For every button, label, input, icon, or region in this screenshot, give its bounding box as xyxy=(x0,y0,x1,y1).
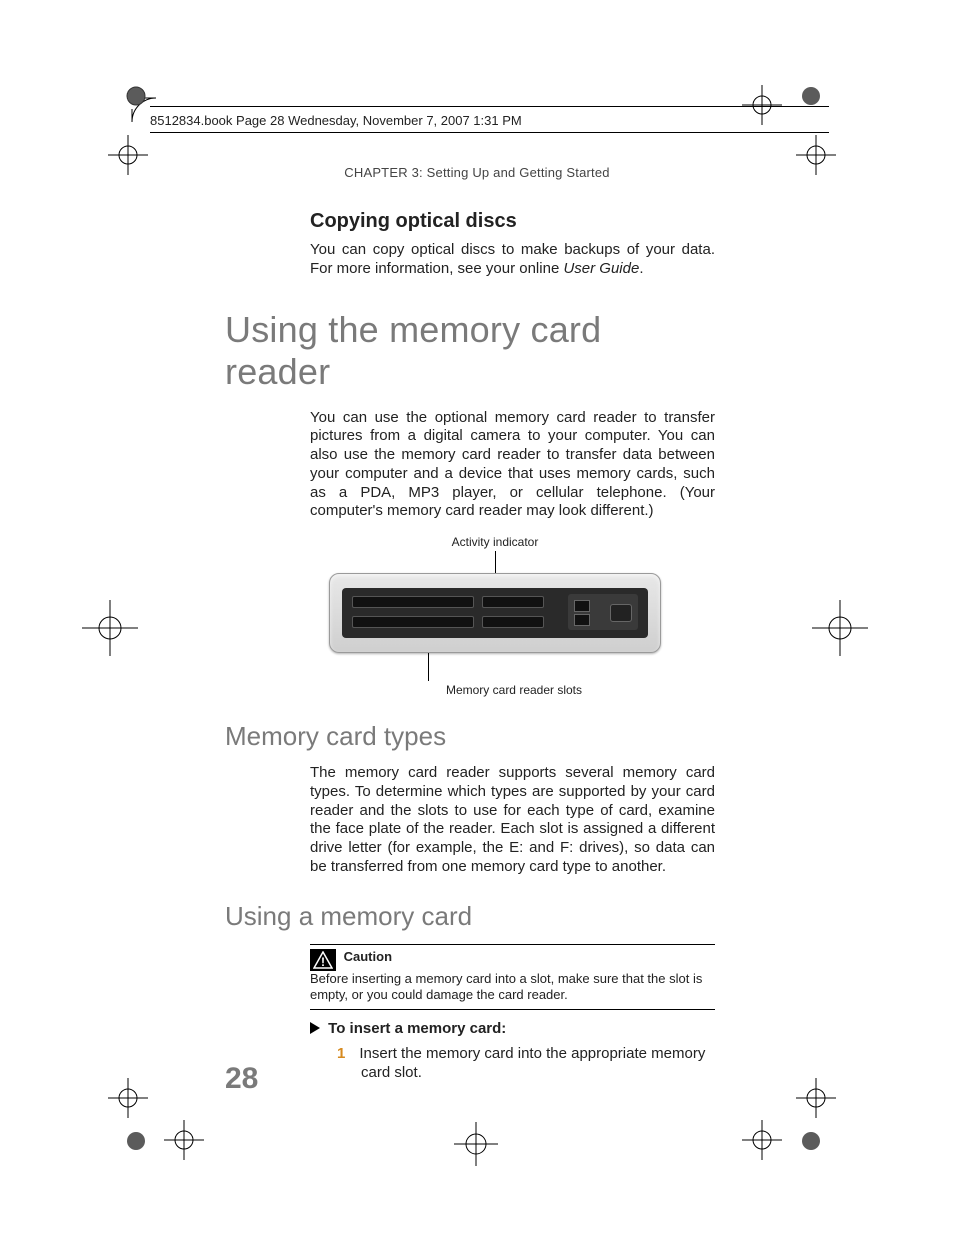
figure-card-reader: Activity indicator Memory card reader sl… xyxy=(310,535,680,697)
crosshair-mark-icon xyxy=(454,1122,498,1171)
svg-text:!: ! xyxy=(321,955,325,969)
crosshair-mark-icon xyxy=(812,600,868,661)
step-number: 1 xyxy=(337,1045,345,1062)
crosshair-mark-icon xyxy=(796,135,836,180)
crosshair-mark-icon xyxy=(796,1078,836,1123)
step-text: Insert the memory card into the appropri… xyxy=(359,1045,705,1082)
card-reader-illustration xyxy=(329,573,661,653)
heading-copying-optical-discs: Copying optical discs xyxy=(310,210,715,233)
para-copying: You can copy optical discs to make backu… xyxy=(310,241,715,279)
caution-text: Before inserting a memory card into a sl… xyxy=(310,971,702,1002)
content-column: Copying optical discs You can copy optic… xyxy=(225,210,715,1083)
registration-mark-icon xyxy=(125,1130,147,1157)
heading-using-a-memory-card: Using a memory card xyxy=(225,901,715,932)
callout-line-icon xyxy=(495,551,496,573)
para-copying-a: You can copy optical discs to make backu… xyxy=(310,241,715,277)
heading-using-memory-card-reader: Using the memory card reader xyxy=(225,309,715,393)
para-copying-b: . xyxy=(639,260,643,277)
figure-label-slots: Memory card reader slots xyxy=(348,683,680,697)
figure-label-activity-indicator: Activity indicator xyxy=(310,535,680,549)
procedure-heading: To insert a memory card: xyxy=(310,1020,715,1038)
crosshair-mark-icon xyxy=(742,85,782,130)
caution-box: ! Caution Before inserting a memory card… xyxy=(310,944,715,1011)
page-number: 28 xyxy=(225,1062,258,1096)
crosshair-mark-icon xyxy=(82,600,138,661)
caution-title: Caution xyxy=(344,949,392,964)
para-copying-italic: User Guide xyxy=(563,260,639,277)
crosshair-mark-icon xyxy=(108,135,148,180)
para-types: The memory card reader supports several … xyxy=(310,764,715,877)
fm-header-rule xyxy=(150,132,829,133)
crosshair-mark-icon xyxy=(742,1120,782,1165)
crosshair-mark-icon xyxy=(164,1120,204,1165)
caution-icon: ! xyxy=(310,949,336,971)
procedure-heading-text: To insert a memory card: xyxy=(328,1020,506,1037)
registration-mark-icon xyxy=(800,85,822,112)
para-main: You can use the optional memory card rea… xyxy=(310,409,715,522)
crosshair-mark-icon xyxy=(108,1078,148,1123)
heading-memory-card-types: Memory card types xyxy=(225,721,715,752)
step-1: 1 Insert the memory card into the appropr… xyxy=(337,1044,715,1083)
registration-mark-icon xyxy=(125,85,147,112)
fm-header: 8512834.book Page 28 Wednesday, November… xyxy=(150,106,829,128)
registration-mark-icon xyxy=(800,1130,822,1157)
callout-line-icon xyxy=(428,653,429,681)
triangle-bullet-icon xyxy=(310,1021,320,1038)
fm-header-text: 8512834.book Page 28 Wednesday, November… xyxy=(150,113,522,128)
